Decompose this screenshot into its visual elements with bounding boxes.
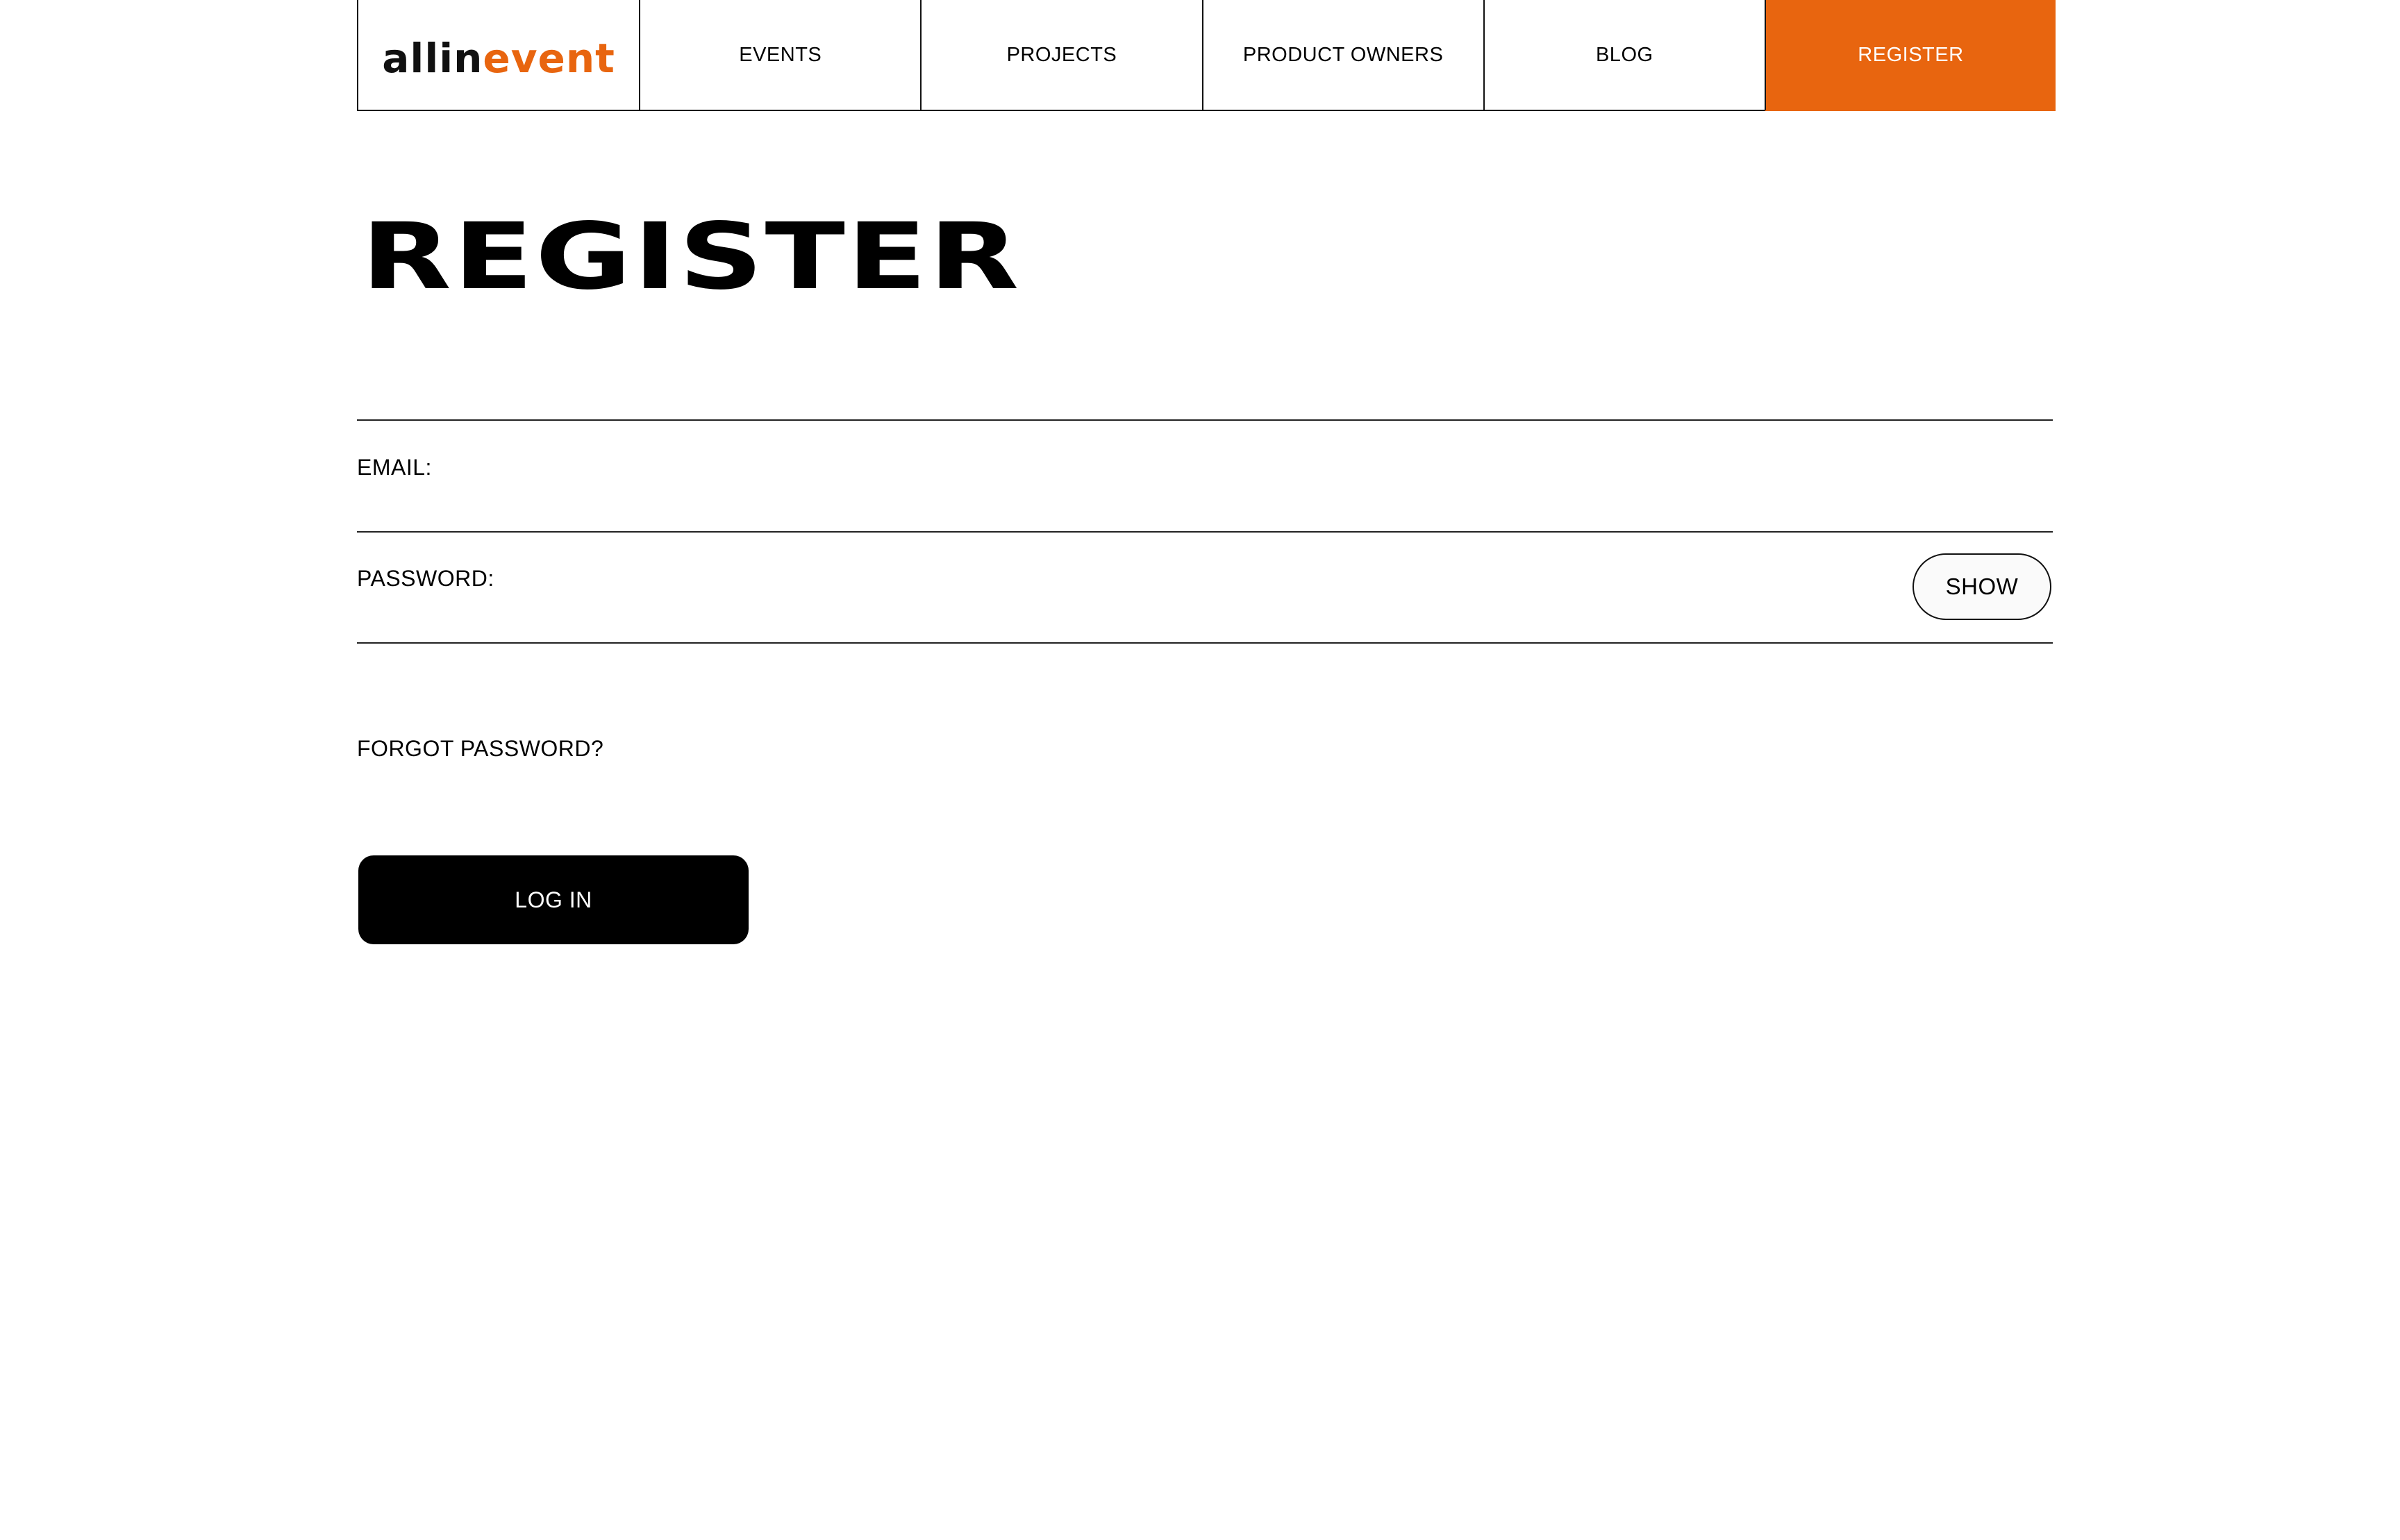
nav-item-label: EVENTS: [739, 43, 822, 66]
logo-part-event: event: [483, 35, 615, 82]
nav-item-label: PROJECTS: [1006, 43, 1117, 66]
divider: [357, 642, 2053, 644]
top-navbar: allinevent EVENTS PROJECTS PRODUCT OWNER…: [357, 0, 2056, 111]
show-password-button[interactable]: SHOW: [1912, 553, 2051, 620]
nav-item-label: BLOG: [1595, 43, 1653, 66]
brand-logo[interactable]: allinevent: [357, 0, 640, 111]
nav-item-projects[interactable]: PROJECTS: [920, 0, 1202, 111]
page-title: REGISTER: [361, 203, 1022, 310]
nav-item-blog[interactable]: BLOG: [1483, 0, 1765, 111]
email-label: EMAIL:: [357, 455, 432, 480]
divider: [357, 419, 2053, 421]
email-field[interactable]: [528, 430, 2044, 501]
divider: [357, 531, 2053, 533]
logo-text: allinevent: [382, 35, 615, 82]
nav-register-label: REGISTER: [1858, 43, 1964, 66]
password-field[interactable]: [528, 542, 1892, 612]
login-button[interactable]: LOG IN: [358, 855, 749, 944]
password-label: PASSWORD:: [357, 566, 494, 591]
nav-item-events[interactable]: EVENTS: [639, 0, 921, 111]
logo-part-allin: allin: [382, 35, 483, 82]
nav-item-product-owners[interactable]: PRODUCT OWNERS: [1201, 0, 1483, 111]
forgot-password-link[interactable]: FORGOT PASSWORD?: [357, 736, 603, 762]
nav-item-label: PRODUCT OWNERS: [1242, 43, 1444, 66]
nav-register-button[interactable]: REGISTER: [1764, 0, 2056, 111]
